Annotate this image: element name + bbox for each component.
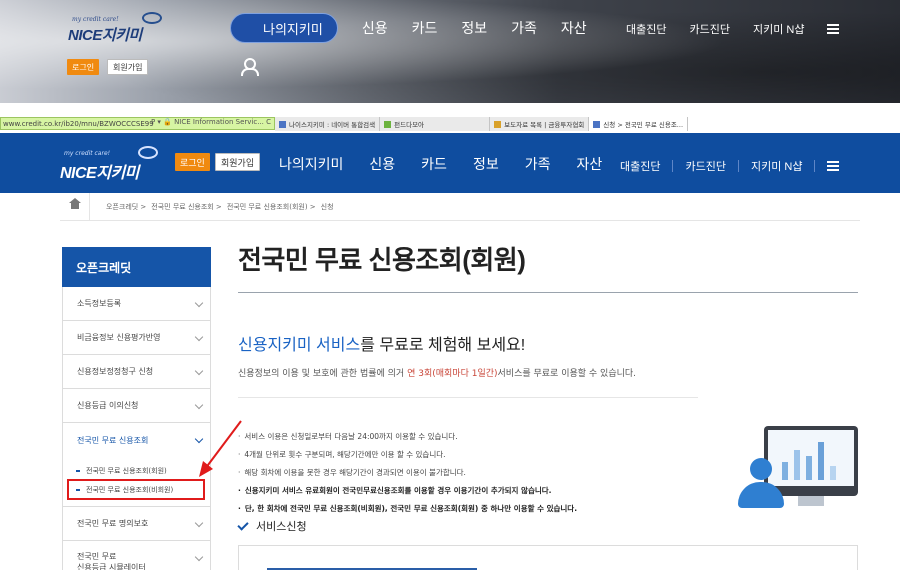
breadcrumb-trail: 오픈크레딧 > 전국민 무료 신용조회 > 전국민 무료 신용조회(회원) > … <box>106 202 339 212</box>
browser-tabs: 나이스지키미 : 네이버 통합검색 펀드다모아 보도자료 목록 | 금융투자협회… <box>275 117 689 131</box>
divider <box>238 397 698 398</box>
breadcrumb-item[interactable]: 전국민 무료 신용조회 > <box>151 202 222 212</box>
hero-menu-item-info[interactable]: 정보 <box>461 18 487 38</box>
site-join-button[interactable]: 회원가입 <box>215 153 261 171</box>
fund-favicon-icon <box>384 120 392 128</box>
home-icon[interactable] <box>60 192 90 221</box>
service-apply-heading: 서비스신청 <box>237 518 307 534</box>
browser-tab[interactable]: 나이스지키미 : 네이버 통합검색 <box>275 117 381 131</box>
site-menu-item-card[interactable]: 카드 <box>421 154 447 174</box>
hero-right-links: 대출진단 카드진단 지키미 N샵 <box>626 21 862 37</box>
list-item: 해당 회차에 이용을 못한 경우 해당기간이 경과되면 이용이 불가합니다. <box>238 464 577 482</box>
page-title: 전국민 무료 신용조회(회원) <box>238 245 526 275</box>
chevron-down-icon <box>194 518 204 528</box>
hero-link-card-check[interactable]: 카드진단 <box>689 21 729 37</box>
my-jikimi-pill-button[interactable]: 나의지키미 <box>230 13 338 76</box>
hero-menu-item-family[interactable]: 가족 <box>511 18 537 38</box>
divider <box>814 160 816 172</box>
site-link-nshop[interactable]: 지키미 N샵 <box>751 158 802 174</box>
kofia-favicon-icon <box>494 120 502 128</box>
list-item: 4개월 단위로 횟수 구분되며, 해당기간에만 이용 할 수 있습니다. <box>238 446 577 464</box>
site-link-card-check[interactable]: 카드진단 <box>685 158 725 174</box>
address-bar[interactable]: www.credit.co.kr/ib20/mnu/BZWOCCCSE99 P … <box>0 117 275 130</box>
naver-favicon-icon <box>279 120 286 128</box>
list-item: 단, 한 회차에 전국민 무료 신용조회(비회원), 전국민 무료 신용조회(회… <box>238 500 577 518</box>
hero-header: my credit care! NICE지키미 나의지키미 신용 카드 정보 가… <box>0 0 900 103</box>
site-link-loan-check[interactable]: 대출진단 <box>620 158 660 174</box>
sidebar-subitem-member[interactable]: 전국민 무료 신용조회(회원) <box>76 466 167 476</box>
hero-join-button[interactable]: 회원가입 <box>107 59 149 75</box>
site-logo[interactable]: my credit care! NICE지키미 <box>60 144 160 182</box>
breadcrumb-item[interactable]: 전국민 무료 신용조회(회원) > <box>227 202 316 212</box>
divider <box>737 160 739 172</box>
list-item: 신용지키미 서비스 유료회원이 전국민무료신용조회를 이용할 경우 이용기간이 … <box>238 482 577 500</box>
sidebar-item-correction-request[interactable]: 신용정보정정청구 신청 <box>62 355 211 389</box>
breadcrumb-item-current: 신청 <box>320 202 334 211</box>
list-item: 서비스 이용은 신청일로부터 다음날 24:00까지 이용할 수 있습니다. <box>238 428 577 446</box>
hero-menu-item-assets[interactable]: 자산 <box>561 18 587 38</box>
hero-nav: 나의지키미 신용 카드 정보 가족 자산 <box>230 13 599 76</box>
sidebar-item-grade-objection[interactable]: 신용등급 이의신청 <box>62 389 211 423</box>
person-icon <box>241 58 259 76</box>
headline-text: 를 무료로 체험해 보세요! <box>360 337 526 354</box>
chevron-down-icon <box>194 366 204 376</box>
logo-brand: NICE지키미 <box>60 165 139 182</box>
sidebar-item-free-credit-check[interactable]: 전국민 무료 신용조회 <box>62 423 211 457</box>
hero-menu-item-credit[interactable]: 신용 <box>362 18 388 38</box>
divider <box>672 160 674 172</box>
monitor-user-illustration <box>736 420 860 512</box>
my-jikimi-label: 나의지키미 <box>263 21 323 37</box>
headline: 신용지키미 서비스를 무료로 체험해 보세요! <box>238 331 525 355</box>
browser-tab-active[interactable]: 신청 > 전국민 무료 신용조... <box>589 117 689 131</box>
hero-menu-item-card[interactable]: 카드 <box>412 18 438 38</box>
title-divider <box>238 292 858 293</box>
site-menu: 나의지키미 신용 카드 정보 가족 자산 <box>279 154 628 174</box>
logo-eye-icon <box>142 12 162 24</box>
notice-list: 서비스 이용은 신청일로부터 다음날 24:00까지 이용할 수 있습니다. 4… <box>238 428 577 518</box>
address-security-info: P ▾ 🔒 NICE Information Servic... C <box>150 118 271 126</box>
site-menu-item-my-jikimi[interactable]: 나의지키미 <box>279 154 343 174</box>
site-menu-item-credit[interactable]: 신용 <box>369 154 395 174</box>
check-icon <box>237 518 249 531</box>
logo-eye-icon <box>138 146 158 159</box>
breadcrumb-item[interactable]: 오픈크레딧 > <box>106 202 146 212</box>
site-header: my credit care! NICE지키미 로그인 회원가입 나의지키미 신… <box>0 133 900 193</box>
headline-service-name: 신용지키미 서비스 <box>238 337 361 354</box>
hero-link-nshop[interactable]: 지키미 N샵 <box>753 21 804 37</box>
browser-tab[interactable]: 보도자료 목록 | 금융투자협회 <box>490 117 590 131</box>
logo-tagline: my credit care! <box>72 16 119 23</box>
sidebar-item-nonfinancial-info[interactable]: 비금융정보 신용평가반영 <box>62 321 211 355</box>
chevron-down-icon <box>194 332 204 342</box>
site-menu-item-assets[interactable]: 자산 <box>576 154 602 174</box>
chevron-down-icon <box>194 400 204 410</box>
chevron-down-icon <box>194 298 204 308</box>
sidebar-item-income-info[interactable]: 소득정보등록 <box>62 287 211 321</box>
sidebar-title: 오픈크레딧 <box>62 247 211 287</box>
intro-text: 신용정보의 이용 및 보호에 관한 법률에 의거 연 3회(매회마다 1일간)서… <box>238 369 637 379</box>
user-icon <box>736 458 786 510</box>
apply-panel <box>238 545 858 570</box>
chevron-down-icon <box>194 552 204 562</box>
address-url: www.credit.co.kr/ib20/mnu/BZWOCCCSE99 <box>3 119 154 128</box>
browser-tab[interactable]: 펀드다모아 <box>380 117 491 131</box>
intro-highlight: 연 3회(매회마다 1일간) <box>407 369 498 379</box>
logo-brand: NICE지키미 <box>68 27 142 44</box>
hamburger-menu-icon[interactable] <box>827 161 840 171</box>
hero-logo[interactable]: my credit care! NICE지키미 <box>68 12 168 44</box>
logo-tagline: my credit care! <box>64 150 111 157</box>
hero-menu: 신용 카드 정보 가족 자산 <box>350 18 599 38</box>
site-login-button[interactable]: 로그인 <box>175 153 210 171</box>
hamburger-menu-icon[interactable] <box>827 24 840 34</box>
site-menu-item-info[interactable]: 정보 <box>473 154 499 174</box>
hero-login-button[interactable]: 로그인 <box>67 59 100 75</box>
site-right-links: 대출진단 카드진단 지키미 N샵 <box>620 158 840 174</box>
sidebar-item-grade-simulator[interactable]: 전국민 무료 신용등급 시뮬레이터 <box>62 541 211 570</box>
annotation-highlight-box <box>67 479 205 500</box>
nice-favicon-icon <box>593 120 601 128</box>
breadcrumb: 오픈크레딧 > 전국민 무료 신용조회 > 전국민 무료 신용조회(회원) > … <box>60 192 860 221</box>
sidebar-item-identity-protection[interactable]: 전국민 무료 명의보호 <box>62 507 211 541</box>
site-menu-item-family[interactable]: 가족 <box>525 154 551 174</box>
hero-link-loan-check[interactable]: 대출진단 <box>626 21 666 37</box>
